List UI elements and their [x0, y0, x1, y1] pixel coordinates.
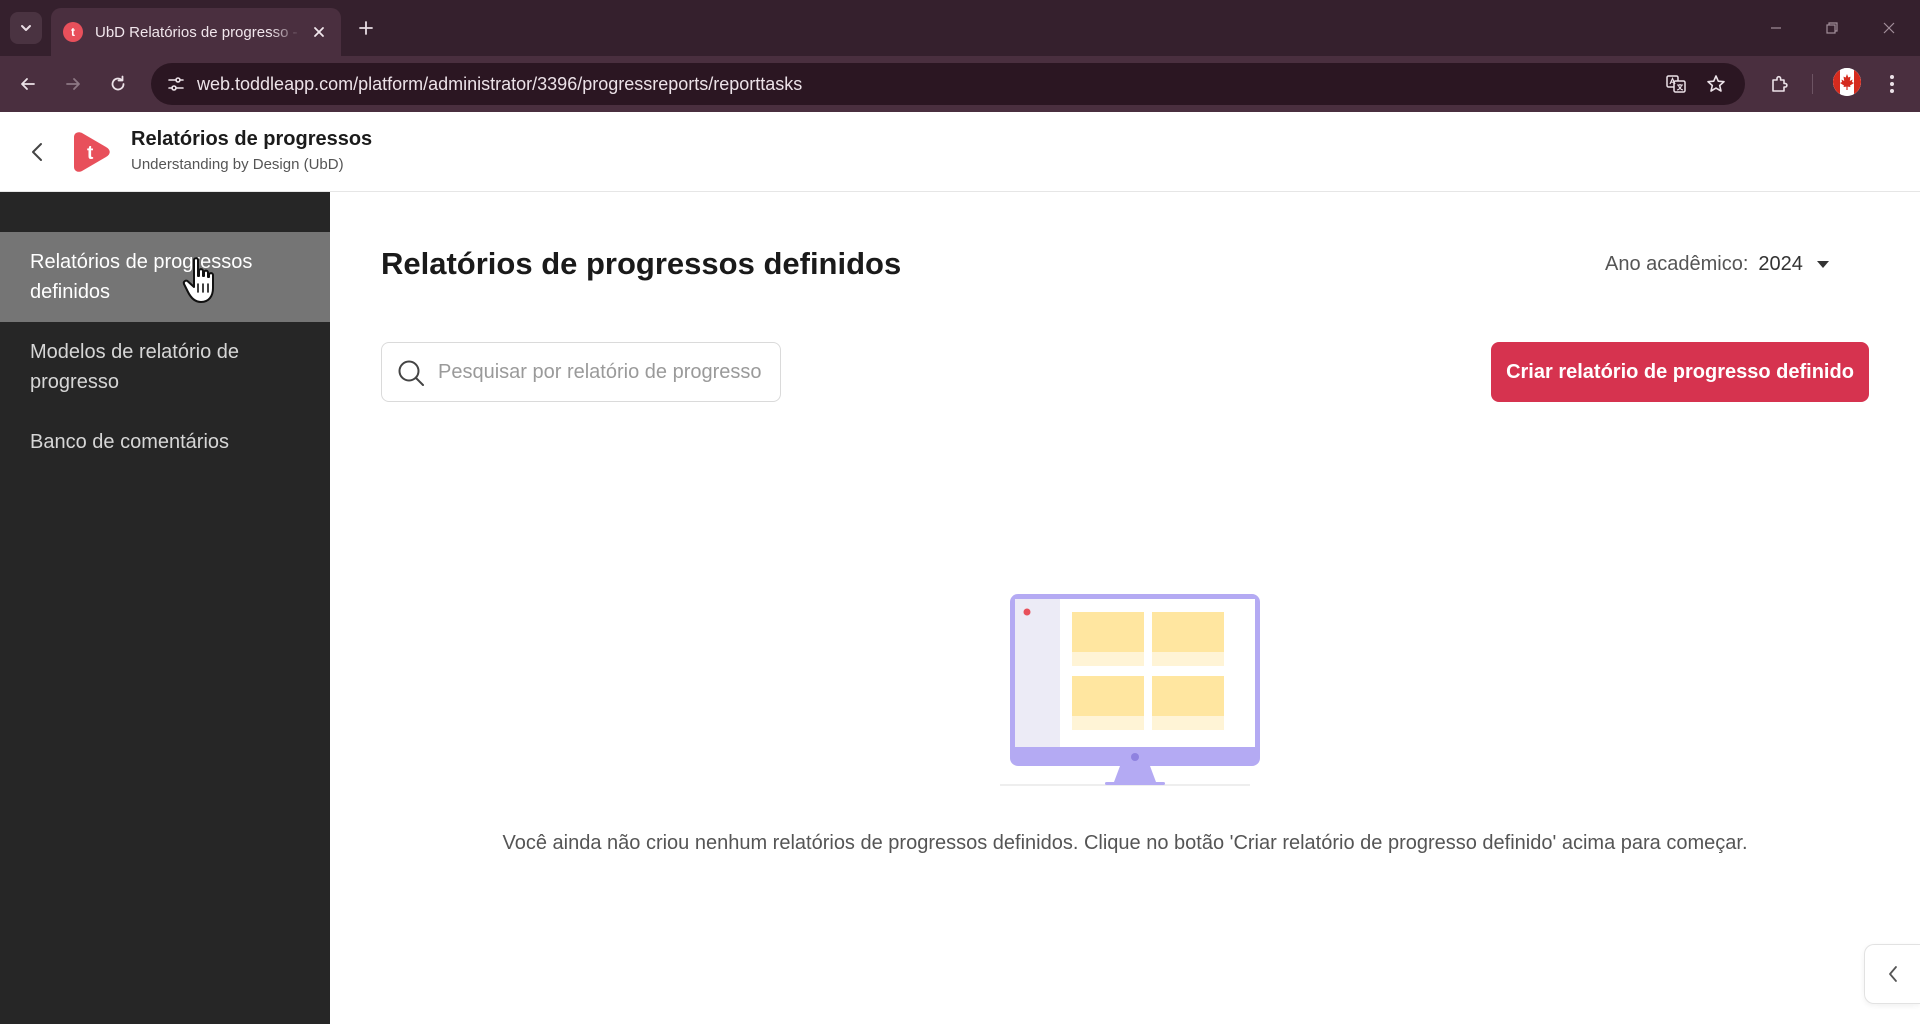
- sidebar: Relatórios de progressos definidos Model…: [0, 192, 330, 1024]
- close-icon: [1883, 22, 1895, 34]
- bookmark-star-button[interactable]: [1703, 71, 1729, 97]
- create-defined-report-button[interactable]: Criar relatório de progresso definido: [1491, 342, 1869, 402]
- page-header-title: Relatórios de progressos: [131, 128, 373, 150]
- restore-icon: [1826, 22, 1838, 34]
- translate-button[interactable]: [1663, 71, 1689, 97]
- profile-avatar-button[interactable]: [1833, 68, 1861, 96]
- sidebar-item-report-templates[interactable]: Modelos de relatório de progresso: [0, 322, 330, 412]
- logo-letter: t: [87, 143, 94, 164]
- reload-button[interactable]: [102, 68, 134, 100]
- search-box: [381, 342, 781, 402]
- toddle-logo-icon: t: [74, 132, 110, 172]
- academic-year-value: 2024: [1758, 253, 1803, 275]
- canada-flag-icon: [1833, 68, 1861, 96]
- window-minimize-button[interactable]: [1760, 12, 1792, 44]
- close-icon: [314, 27, 324, 37]
- main-content: Relatórios de progressos definidos Ano a…: [330, 192, 1920, 1024]
- search-input[interactable]: [438, 353, 768, 391]
- browser-tab-active[interactable]: t UbD Relatórios de progresso - Toddle: [51, 8, 341, 56]
- browser-menu-button[interactable]: [1876, 68, 1908, 100]
- sidebar-item-label: Banco de comentários: [30, 431, 230, 453]
- tab-title: UbD Relatórios de progresso - Toddle: [95, 23, 301, 41]
- star-icon: [1707, 75, 1725, 92]
- sidebar-item-label: Modelos de relatório de progresso: [30, 341, 240, 393]
- page-header-subtitle: Understanding by Design (UbD): [131, 156, 344, 173]
- chevron-down-icon: [21, 25, 31, 31]
- plus-icon: [359, 21, 373, 35]
- tab-close-button[interactable]: [307, 20, 331, 44]
- tune-icon: [168, 77, 184, 91]
- arrow-right-icon: [66, 78, 80, 90]
- reload-icon: [111, 75, 125, 91]
- header-back-button[interactable]: [24, 138, 50, 166]
- browser-tabstrip: t UbD Relatórios de progresso - Toddle: [0, 0, 1920, 56]
- sidebar-item-defined-reports[interactable]: Relatórios de progressos definidos: [0, 232, 330, 322]
- empty-state-monitor-illustration: [1000, 594, 1260, 786]
- back-button[interactable]: [12, 68, 44, 100]
- toolbar-divider: [1812, 74, 1813, 94]
- arrow-left-icon: [21, 78, 35, 90]
- translate-icon: [1666, 75, 1686, 93]
- caret-down-icon: [1816, 261, 1829, 268]
- sidebar-item-label: Relatórios de progressos definidos: [30, 251, 253, 303]
- address-bar[interactable]: web.toddleapp.com/platform/administrator…: [151, 63, 1745, 105]
- tab-favicon-icon: t: [63, 22, 83, 42]
- empty-state-message: Você ainda não criou nenhum relatórios d…: [502, 832, 1748, 854]
- site-info-button[interactable]: [163, 71, 189, 97]
- browser-toolbar: web.toddleapp.com/platform/administrator…: [0, 56, 1920, 112]
- academic-year-selector[interactable]: Ano acadêmico: 2024: [1605, 253, 1829, 276]
- chevron-left-icon: [32, 143, 42, 161]
- sidebar-item-comment-bank[interactable]: Banco de comentários: [0, 412, 330, 472]
- forward-button[interactable]: [57, 68, 89, 100]
- tab-search-button[interactable]: [10, 12, 42, 44]
- minimize-icon: [1771, 27, 1781, 29]
- search-icon: [398, 360, 424, 386]
- page-title: Relatórios de progressos definidos: [381, 246, 902, 281]
- window-close-button[interactable]: [1873, 12, 1905, 44]
- academic-year-label: Ano acadêmico:: [1605, 253, 1749, 275]
- extensions-button[interactable]: [1764, 68, 1796, 100]
- window-restore-button[interactable]: [1816, 12, 1848, 44]
- url-text: web.toddleapp.com/platform/administrator…: [197, 74, 803, 94]
- puzzle-icon: [1772, 75, 1788, 92]
- chevron-left-icon: [1888, 966, 1897, 982]
- more-vertical-icon: [1890, 75, 1894, 93]
- app-header: t Relatórios de progressos Understanding…: [0, 112, 1920, 192]
- collapse-panel-button[interactable]: [1864, 944, 1920, 1004]
- new-tab-button[interactable]: [352, 14, 380, 42]
